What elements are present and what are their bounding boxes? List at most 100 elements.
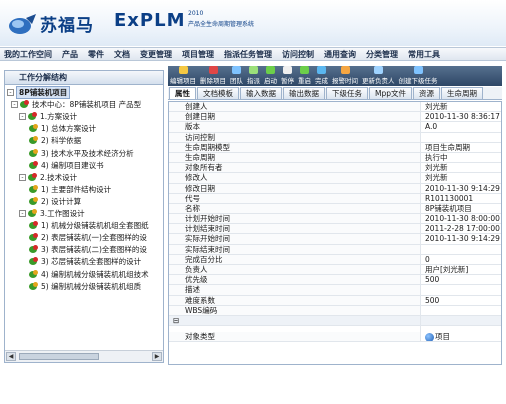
collapse-toggle-icon[interactable]: - (19, 210, 26, 217)
property-key: 对象所有者 (169, 163, 421, 173)
tree-node[interactable]: -8P铺装机项目 (7, 86, 71, 99)
property-value[interactable] (421, 133, 501, 142)
toolbar-button[interactable]: 更新负责人 (362, 66, 395, 85)
task-status-icon (28, 112, 38, 121)
property-value-text: 刘光新 (425, 163, 448, 173)
property-value[interactable]: 2010-11-30 8:00:00 (421, 214, 501, 223)
menu-task-assignment[interactable]: 指派任务管理 (224, 49, 272, 60)
tree-node[interactable]: - 1.方案设计 (19, 111, 77, 122)
property-value[interactable]: R101130001 (421, 194, 501, 203)
horizontal-scrollbar[interactable]: ◀ ▶ (5, 350, 163, 362)
property-value[interactable] (421, 245, 501, 254)
tree-node[interactable]: 1) 主要部件结构设计 (29, 184, 111, 195)
toolbar-button[interactable]: 启动 (264, 66, 277, 85)
property-value[interactable]: 0 (421, 255, 501, 264)
collapse-toggle-icon[interactable]: - (11, 101, 18, 109)
wbs-panel-title: 工作分解结构 (5, 71, 163, 85)
tree-node[interactable]: - 技术中心：8P铺装机项目 产品型 (11, 99, 141, 110)
property-value[interactable]: 执行中 (421, 153, 501, 162)
menu-document[interactable]: 文档 (114, 49, 130, 60)
tree-node[interactable]: 3) 技术水平及技术经济分析 (29, 148, 134, 159)
tree-node[interactable]: - 2.技术设计 (19, 172, 77, 183)
toolbar-button[interactable]: 团队 (230, 66, 243, 85)
tree-node-label: 3) 技术水平及技术经济分析 (41, 148, 134, 158)
property-value-text: 2011-2-28 17:00:00 (425, 224, 500, 234)
collapse-toggle-icon[interactable]: - (19, 113, 26, 121)
menu-product[interactable]: 产品 (62, 49, 78, 60)
property-value[interactable]: 2011-2-28 17:00:00 (421, 224, 501, 233)
collapse-toggle-icon[interactable]: - (7, 89, 14, 96)
tree-node[interactable]: 2) 科学依据 (29, 135, 81, 146)
toolbar-button[interactable]: 删除项目 (200, 66, 226, 85)
menu-change-management[interactable]: 变更管理 (140, 49, 172, 60)
menu-access-control[interactable]: 访问控制 (282, 49, 314, 60)
tree-node[interactable]: 4) 编制项目建议书 (29, 160, 104, 171)
menu-my-workspace[interactable]: 我的工作空间 (4, 49, 52, 60)
toolbar-button[interactable]: 完成 (315, 66, 328, 85)
scroll-thumb[interactable] (19, 353, 99, 360)
property-value[interactable]: 8P铺装机项目 (421, 204, 501, 213)
tree-node[interactable]: 2) 设计计算 (29, 196, 81, 207)
tree-node[interactable]: 3) 芯层铺装机全套图样的设计 (29, 256, 141, 267)
tab-item[interactable]: 输出数据 (283, 87, 325, 99)
property-row: 对象类型 项目 (169, 332, 501, 343)
menu-project-management[interactable]: 项目管理 (182, 49, 214, 60)
tab-item[interactable]: 属性 (169, 87, 196, 99)
menu-general-query[interactable]: 通用查询 (324, 49, 356, 60)
tab-item[interactable]: 输入数据 (240, 87, 282, 99)
tab-item[interactable]: 资源 (413, 87, 440, 99)
property-value[interactable] (421, 315, 501, 326)
property-value[interactable] (421, 306, 501, 315)
section-collapse-icon[interactable]: ⊟ (169, 315, 421, 326)
scroll-right-icon[interactable]: ▶ (152, 352, 162, 361)
menu-common-tools[interactable]: 常用工具 (408, 49, 440, 60)
toolbar-button-icon (208, 66, 218, 74)
tree-node[interactable]: 2) 表层铺装机(一)全套图样的设 (29, 232, 147, 243)
tree-node[interactable]: - 3.工作图设计 (19, 208, 85, 219)
tab-item[interactable]: 下级任务 (326, 87, 368, 99)
property-key: 代号 (169, 193, 421, 203)
tree-node[interactable]: 4) 编制机械分级铺装机机组技术 (29, 269, 149, 280)
tree-node[interactable]: 1) 机械分级铺装机机组全套图纸 (29, 220, 149, 231)
property-value[interactable]: 2010-11-30 8:36:17 (421, 112, 501, 121)
collapse-toggle-icon[interactable]: - (19, 173, 26, 181)
menu-part[interactable]: 零件 (88, 49, 104, 60)
wbs-tree: -8P铺装机项目 - 技术中心：8P铺装机项目 产品型 -1.方案设计 1) 总体方案设… (5, 85, 163, 350)
tree-node-label: 4) 编制机械分级铺装机机组技术 (41, 269, 149, 279)
toolbar-button-icon (249, 66, 258, 74)
menu-classification[interactable]: 分类管理 (366, 49, 398, 60)
property-value[interactable]: 刘光新 (421, 173, 501, 182)
tab-item[interactable]: 文档模板 (197, 87, 239, 99)
tab-item[interactable]: Mpp文件 (369, 87, 412, 99)
property-value[interactable]: 2010-11-30 9:14:29 (421, 234, 501, 243)
scroll-left-icon[interactable]: ◀ (6, 352, 16, 361)
tab-item[interactable]: 生命周期 (441, 87, 483, 99)
toolbar-button-icon (300, 66, 309, 74)
property-value[interactable]: 用户[刘光新] (421, 265, 501, 274)
property-value[interactable]: 500 (421, 296, 501, 305)
toolbar-button[interactable]: 暂停 (281, 66, 294, 85)
toolbar-button[interactable]: 创建下级任务 (399, 66, 438, 85)
toolbar-button[interactable]: 重启 (298, 66, 311, 85)
property-value[interactable]: 刘光新 (421, 163, 501, 172)
property-value-text: 500 (425, 295, 440, 305)
project-type-icon (425, 332, 434, 342)
property-row: 修改人 刘光新 (169, 173, 501, 184)
property-value[interactable]: 项目 (421, 332, 501, 342)
toolbar-button[interactable]: 指派 (247, 66, 260, 85)
property-key: 实际开始时间 (169, 234, 421, 244)
toolbar-button[interactable]: 编辑项目 (170, 66, 196, 85)
tree-node[interactable]: 1) 总体方案设计 (29, 123, 96, 134)
property-value[interactable]: 刘光新 (421, 102, 501, 111)
property-value[interactable]: 2010-11-30 9:14:29 (421, 184, 501, 193)
property-value[interactable]: A.0 (421, 122, 501, 131)
tree-node[interactable]: 3) 表层铺装机(二)全套图样的设 (29, 244, 147, 255)
toolbar-button[interactable]: 报警时间 (332, 66, 358, 85)
section-collapse-row: ⊟ (169, 315, 501, 327)
tree-node-label: 3) 表层铺装机(二)全套图样的设 (41, 245, 147, 255)
tree-node[interactable]: 5) 编制机械分级铺装机机组质 (29, 281, 141, 292)
toolbar-button-label: 指派 (247, 77, 260, 85)
property-value[interactable] (421, 285, 501, 294)
property-value[interactable]: 500 (421, 275, 501, 284)
property-value[interactable]: 项目生命周期 (421, 143, 501, 152)
